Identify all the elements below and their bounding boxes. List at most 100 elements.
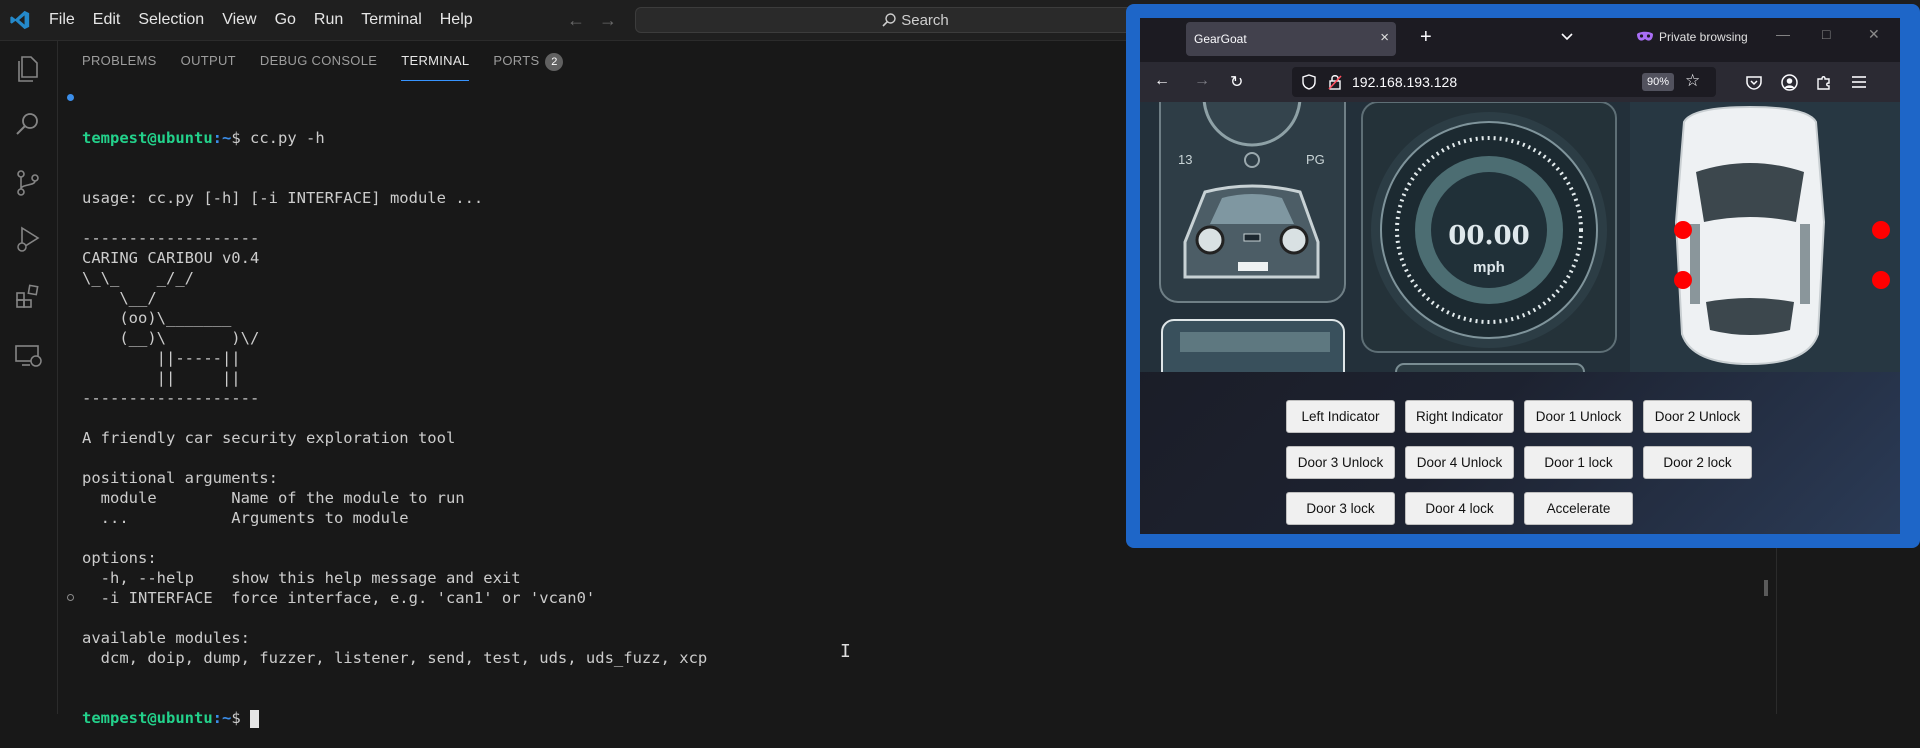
url-bar[interactable]: 192.168.193.128 90% ☆ bbox=[1292, 67, 1716, 97]
private-mask-icon bbox=[1637, 31, 1653, 41]
menu-file[interactable]: File bbox=[40, 11, 84, 29]
menu-help[interactable]: Help bbox=[431, 11, 482, 29]
back-arrow-icon[interactable]: ← bbox=[567, 10, 585, 31]
hamburger-menu-icon[interactable] bbox=[1851, 75, 1867, 89]
new-tab-icon[interactable]: + bbox=[1420, 26, 1432, 49]
terminal-line: (oo)\_______ bbox=[82, 309, 232, 327]
accelerate-button[interactable]: Accelerate bbox=[1524, 492, 1633, 525]
terminal-output[interactable]: tempest@ubuntu:~$ cc.py -h usage: cc.py … bbox=[82, 88, 707, 748]
account-icon[interactable] bbox=[1781, 74, 1798, 91]
browser-tab-title: GearGoat bbox=[1194, 32, 1247, 46]
terminal-lines: usage: cc.py [-h] [-i INTERFACE] module … bbox=[82, 188, 707, 668]
chevron-down-icon[interactable] bbox=[1560, 30, 1574, 44]
indicator-dot bbox=[1674, 221, 1692, 239]
dashboard-image: 13 PG 00.00 mph bbox=[1140, 102, 1900, 372]
menu-terminal[interactable]: Terminal bbox=[352, 11, 430, 29]
door-2-lock-button[interactable]: Door 2 lock bbox=[1643, 446, 1752, 479]
panel-tabs: PROBLEMS OUTPUT DEBUG CONSOLE TERMINAL P… bbox=[58, 41, 564, 81]
terminal-scrollbar-marker[interactable] bbox=[1764, 580, 1768, 596]
search-icon bbox=[882, 13, 896, 27]
prompt-suffix: $ bbox=[231, 709, 250, 727]
left-indicator-button[interactable]: Left Indicator bbox=[1286, 400, 1395, 433]
terminal-line: A friendly car security exploration tool bbox=[82, 429, 456, 447]
terminal-line: ... Arguments to module bbox=[82, 509, 409, 527]
dash-letter-left: 13 bbox=[1178, 152, 1192, 167]
tab-ports-label: PORTS bbox=[493, 53, 540, 68]
browser-toolbar: ← → ↻ 192.168.193.128 90% ☆ bbox=[1140, 62, 1900, 102]
terminal-line: ||-----|| bbox=[82, 349, 241, 367]
terminal-command-line: tempest@ubuntu:~$ cc.py -h bbox=[82, 128, 707, 148]
maximize-icon[interactable]: □ bbox=[1822, 26, 1830, 42]
command-success-dot[interactable] bbox=[67, 94, 74, 101]
prompt-user: tempest@ubuntu bbox=[82, 709, 213, 727]
close-window-icon[interactable]: ✕ bbox=[1868, 26, 1880, 43]
menu-view[interactable]: View bbox=[213, 11, 265, 29]
forward-arrow-icon[interactable]: → bbox=[599, 10, 617, 31]
door-1-lock-button[interactable]: Door 1 lock bbox=[1524, 446, 1633, 479]
terminal-line: CARING CARIBOU v0.4 bbox=[82, 249, 260, 267]
terminal-line: available modules: bbox=[82, 629, 250, 647]
door-1-unlock-button[interactable]: Door 1 Unlock bbox=[1524, 400, 1633, 433]
prompt-user: tempest@ubuntu bbox=[82, 129, 213, 147]
remote-explorer-icon[interactable] bbox=[12, 339, 44, 371]
terminal-line: usage: cc.py [-h] [-i INTERFACE] module … bbox=[82, 189, 484, 207]
pocket-icon[interactable] bbox=[1746, 75, 1762, 90]
terminal-line: module Name of the module to run bbox=[82, 489, 465, 507]
indicator-dot bbox=[1872, 271, 1890, 289]
tab-terminal[interactable]: TERMINAL bbox=[401, 41, 470, 81]
zoom-level[interactable]: 90% bbox=[1642, 73, 1675, 91]
bookmark-star-icon[interactable]: ☆ bbox=[1685, 71, 1700, 91]
terminal-line: -i INTERFACE force interface, e.g. 'can1… bbox=[82, 589, 596, 607]
speedometer-unit: mph bbox=[1473, 259, 1505, 276]
terminal-final-prompt: tempest@ubuntu:~$ bbox=[82, 708, 707, 728]
door-3-lock-button[interactable]: Door 3 lock bbox=[1286, 492, 1395, 525]
command-center-search[interactable]: Search bbox=[635, 7, 1195, 33]
vscode-logo-icon bbox=[10, 10, 30, 30]
indicator-dot bbox=[1872, 221, 1890, 239]
terminal-line: (__)\ )\/ bbox=[82, 329, 260, 347]
menu-go[interactable]: Go bbox=[266, 11, 305, 29]
prompt-command: $ cc.py -h bbox=[231, 129, 325, 147]
reload-icon[interactable]: ↻ bbox=[1230, 72, 1243, 92]
door-3-unlock-button[interactable]: Door 3 Unlock bbox=[1286, 446, 1395, 479]
terminal-line: dcm, doip, dump, fuzzer, listener, send,… bbox=[82, 649, 708, 667]
explorer-icon[interactable] bbox=[12, 53, 44, 85]
forward-icon[interactable]: → bbox=[1194, 72, 1210, 90]
terminal-line: \__/ bbox=[82, 289, 157, 307]
back-icon[interactable]: ← bbox=[1154, 72, 1170, 90]
command-pending-dot[interactable] bbox=[67, 594, 74, 601]
terminal-cursor bbox=[250, 709, 259, 728]
door-2-unlock-button[interactable]: Door 2 Unlock bbox=[1643, 400, 1752, 433]
tab-output[interactable]: OUTPUT bbox=[181, 41, 236, 81]
dash-letter-right: PG bbox=[1306, 152, 1325, 167]
door-4-unlock-button[interactable]: Door 4 Unlock bbox=[1405, 446, 1514, 479]
extensions-icon[interactable] bbox=[12, 281, 44, 313]
extensions-puzzle-icon[interactable] bbox=[1815, 74, 1832, 91]
search-icon[interactable] bbox=[12, 108, 44, 140]
menu-edit[interactable]: Edit bbox=[84, 11, 130, 29]
text-cursor-icon: I bbox=[840, 641, 851, 662]
menu-bar: File Edit Selection View Go Run Terminal… bbox=[40, 0, 482, 40]
tracking-shield-icon[interactable] bbox=[1302, 74, 1316, 90]
source-control-icon[interactable] bbox=[12, 167, 44, 199]
browser-tab[interactable]: GearGoat × bbox=[1186, 22, 1396, 56]
menu-run[interactable]: Run bbox=[305, 11, 352, 29]
tab-problems[interactable]: PROBLEMS bbox=[82, 41, 157, 81]
menu-selection[interactable]: Selection bbox=[129, 11, 213, 29]
close-tab-icon[interactable]: × bbox=[1380, 29, 1389, 46]
tab-ports[interactable]: PORTS 2 bbox=[493, 41, 564, 81]
minimize-icon[interactable]: — bbox=[1776, 26, 1790, 42]
run-debug-icon[interactable] bbox=[12, 223, 44, 255]
terminal-line: ------------------- bbox=[82, 229, 260, 247]
door-4-lock-button[interactable]: Door 4 lock bbox=[1405, 492, 1514, 525]
terminal-line: ------------------- bbox=[82, 389, 260, 407]
tab-debug-console[interactable]: DEBUG CONSOLE bbox=[260, 41, 377, 81]
insecure-lock-icon[interactable] bbox=[1328, 74, 1342, 90]
private-browsing-indicator: Private browsing bbox=[1636, 30, 1748, 44]
right-indicator-button[interactable]: Right Indicator bbox=[1405, 400, 1514, 433]
